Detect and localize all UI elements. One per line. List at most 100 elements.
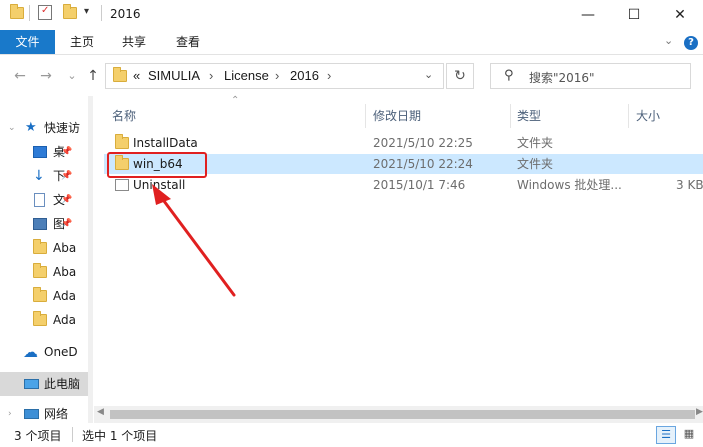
column-header-name[interactable]: 名称 <box>112 104 136 128</box>
navigation-pane: ⌄ ★ 快速访 桌 📌 ↓ 下 📌 文 📌 图 📌 Aba Aba Ada Ad… <box>0 96 88 426</box>
breadcrumb-simulia[interactable]: SIMULIA <box>148 68 200 83</box>
pin-icon: 📌 <box>61 219 73 229</box>
arrow-shaft <box>156 191 236 297</box>
download-icon: ↓ <box>33 168 45 184</box>
expand-ribbon-icon[interactable]: ⌄ <box>664 34 673 47</box>
nav-scrollbar[interactable] <box>88 96 93 426</box>
back-button[interactable]: ← <box>10 66 30 86</box>
details-view-icon[interactable]: ☰ <box>656 426 676 444</box>
folder-icon <box>33 311 47 326</box>
file-size: 3 KB <box>676 178 703 192</box>
breadcrumb-license[interactable]: License <box>224 68 269 83</box>
tab-file[interactable]: 文件 <box>0 30 55 54</box>
nav-pictures[interactable]: 图 📌 <box>0 212 88 236</box>
nav-desktop[interactable]: 桌 📌 <box>0 140 88 164</box>
file-date: 2021/5/10 22:24 <box>373 157 473 171</box>
scroll-left-icon[interactable]: ◀ <box>97 407 104 417</box>
column-header-size[interactable]: 大小 <box>636 104 660 128</box>
recent-locations-button[interactable]: ⌄ <box>62 66 82 86</box>
nav-label: Ada <box>53 289 76 303</box>
nav-label: Ada <box>53 313 76 327</box>
new-folder-icon[interactable] <box>63 4 77 19</box>
help-icon[interactable]: ? <box>684 36 698 50</box>
folder-icon <box>113 67 127 82</box>
file-row[interactable]: InstallData 2021/5/10 22:25 文件夹 <box>104 133 703 153</box>
cloud-icon: ☁ <box>23 343 38 361</box>
folder-icon <box>115 134 129 149</box>
nav-label: Aba <box>53 265 77 279</box>
tab-home[interactable]: 主页 <box>70 30 94 54</box>
ribbon-tabs <box>0 30 703 55</box>
column-header-type[interactable]: 类型 <box>517 104 541 128</box>
chevron-right-icon[interactable]: › <box>275 68 279 83</box>
nav-label: OneD <box>44 345 78 359</box>
file-type: 文件夹 <box>517 136 554 150</box>
batch-file-icon <box>115 179 129 191</box>
star-icon: ★ <box>25 120 37 135</box>
pin-icon: 📌 <box>61 171 73 181</box>
status-divider <box>72 427 73 442</box>
breadcrumb-overflow[interactable]: « <box>133 68 140 83</box>
folder-icon <box>10 4 24 19</box>
chevron-right-icon[interactable]: › <box>209 68 213 83</box>
annotation-arrow <box>152 184 236 297</box>
folder-icon <box>33 287 47 302</box>
breadcrumb-2016[interactable]: 2016 <box>290 68 319 83</box>
nav-onedrive[interactable]: ☁ OneD <box>0 340 88 364</box>
large-icons-view-icon[interactable]: ▦ <box>679 426 699 444</box>
properties-icon[interactable]: ✓ <box>38 5 52 20</box>
file-date: 2015/10/1 7:46 <box>373 178 466 192</box>
minimize-button[interactable]: — <box>565 0 611 30</box>
up-button[interactable]: ↑ <box>83 66 103 86</box>
pin-icon: 📌 <box>61 147 73 157</box>
folder-icon <box>33 239 47 254</box>
maximize-button[interactable]: ☐ <box>611 0 657 30</box>
column-header-date[interactable]: 修改日期 <box>373 104 421 128</box>
toolbar-divider <box>29 5 30 21</box>
forward-button[interactable]: → <box>36 66 56 86</box>
toolbar-divider <box>101 5 102 21</box>
nav-folder[interactable]: Ada <box>0 308 88 332</box>
folder-icon <box>33 263 47 278</box>
scroll-thumb[interactable] <box>110 410 695 419</box>
tab-view[interactable]: 查看 <box>176 30 200 54</box>
address-dropdown-icon[interactable]: ⌄ <box>424 68 433 81</box>
document-icon <box>34 193 45 207</box>
chevron-right-icon[interactable]: › <box>327 68 331 83</box>
item-count: 3 个项目 <box>14 429 62 443</box>
file-type: 文件夹 <box>517 157 554 171</box>
search-placeholder: 搜索"2016" <box>529 71 595 85</box>
search-icon: ⚲ <box>504 68 514 83</box>
network-icon <box>24 409 39 419</box>
nav-folder[interactable]: Aba <box>0 236 88 260</box>
file-type: Windows 批处理... <box>517 178 622 192</box>
nav-this-pc[interactable]: 此电脑 <box>0 372 88 396</box>
desktop-icon <box>33 146 47 158</box>
nav-label: Aba <box>53 241 77 255</box>
nav-quick-access[interactable]: ⌄ ★ 快速访 <box>0 116 88 140</box>
nav-folder[interactable]: Ada <box>0 284 88 308</box>
computer-icon <box>24 379 39 389</box>
column-divider[interactable] <box>628 104 629 128</box>
refresh-button[interactable]: ↻ <box>446 63 474 89</box>
nav-documents[interactable]: 文 📌 <box>0 188 88 212</box>
sort-ascending-icon: ⌃ <box>231 95 240 106</box>
customize-quick-access-icon[interactable]: ▾ <box>84 6 89 17</box>
file-date: 2021/5/10 22:25 <box>373 136 473 150</box>
column-divider[interactable] <box>365 104 366 128</box>
arrow-head <box>152 184 171 205</box>
nav-downloads[interactable]: ↓ 下 📌 <box>0 164 88 188</box>
column-divider[interactable] <box>510 104 511 128</box>
nav-label: 快速访 <box>44 121 81 135</box>
chevron-down-icon[interactable]: ⌄ <box>8 116 16 140</box>
window-title: 2016 <box>110 7 141 21</box>
nav-folder[interactable]: Aba <box>0 260 88 284</box>
nav-label: 此电脑 <box>44 377 81 391</box>
close-button[interactable]: ✕ <box>657 0 703 30</box>
pin-icon: 📌 <box>61 195 73 205</box>
tab-share[interactable]: 共享 <box>122 30 146 54</box>
picture-icon <box>33 218 47 230</box>
scroll-right-icon[interactable]: ▶ <box>696 407 703 417</box>
selection-count: 选中 1 个项目 <box>82 429 158 443</box>
file-name: InstallData <box>133 136 198 150</box>
